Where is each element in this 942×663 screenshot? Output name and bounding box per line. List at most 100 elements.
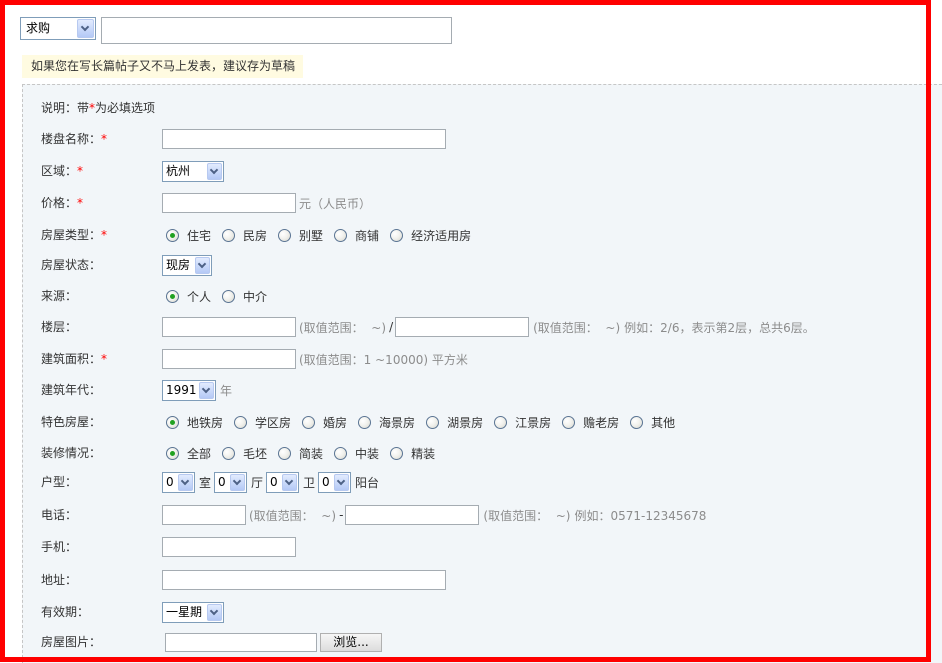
floor-example: 例如：2/6，表示第2层，总共6层。 [624,320,815,335]
chevron-down-icon[interactable] [230,473,246,491]
region-select[interactable]: 杭州 [162,160,224,182]
house-type-option[interactable]: 别墅 [278,227,323,244]
build-year-select[interactable]: 1991 [162,379,216,401]
source-option[interactable]: 个人 [166,288,211,305]
house-type-option[interactable]: 住宅 [166,227,211,244]
estate-name-input[interactable] [162,129,446,149]
radio-button-checked[interactable] [166,289,179,303]
chevron-down-icon[interactable] [77,19,94,38]
field-controls: 1991 年 [162,379,232,401]
price-label: 价格： [41,196,78,210]
radio-button[interactable] [222,289,236,303]
chevron-down-icon[interactable] [334,473,350,491]
feature-option[interactable]: 其他 [630,414,675,431]
radio-button[interactable] [562,415,576,429]
field-label: 楼层： [41,316,77,338]
radio-button-checked[interactable] [166,228,179,242]
mobile-input[interactable] [162,537,296,557]
feature-option[interactable]: 海景房 [358,414,415,431]
feature-label: 特色房屋： [41,415,102,429]
decoration-option-label: 简装 [299,446,324,461]
feature-option[interactable]: 地铁房 [166,414,223,431]
rooms-select[interactable]: 0 [162,471,195,493]
floor-current-range: (取值范围： ~) [299,320,387,335]
radio-button-checked[interactable] [166,415,179,429]
chevron-down-icon[interactable] [207,162,222,180]
feature-option[interactable]: 学区房 [234,414,291,431]
radio-button[interactable] [222,228,236,242]
decoration-option[interactable]: 中装 [334,445,379,462]
decoration-option[interactable]: 全部 [166,445,211,462]
radio-button[interactable] [334,446,348,460]
photo-file-path-input[interactable] [165,632,317,652]
source-radio-group: 个人 中介 [162,285,274,307]
required-note-text: 说明：带 [41,101,90,115]
phone-area-code-input[interactable] [162,505,246,525]
phone-label: 电话： [41,508,78,522]
floor-total-range: (取值范围： ~) [533,320,621,335]
floor-total-input[interactable] [395,317,530,337]
field-controls: 一星期 [162,601,224,623]
house-type-option[interactable]: 经济适用房 [390,227,471,244]
chevron-down-icon[interactable] [195,256,210,274]
house-type-option[interactable]: 商铺 [334,227,379,244]
field-row-source: 来源： 个人 中介 [23,285,941,307]
feature-option[interactable]: 赡老房 [562,414,619,431]
house-type-option-label: 住宅 [187,228,212,243]
decoration-option[interactable]: 精装 [390,445,435,462]
feature-radio-group: 地铁房 学区房 婚房 海景房 湖景房 江景房 赡老房 其他 [162,411,682,433]
baths-select[interactable]: 0 [266,471,300,493]
halls-select[interactable]: 0 [214,471,248,493]
balconies-select[interactable]: 0 [318,471,352,493]
radio-button[interactable] [358,415,372,429]
feature-option-label: 学区房 [255,415,292,430]
feature-option[interactable]: 婚房 [302,414,347,431]
radio-button[interactable] [234,415,248,429]
post-type-select[interactable]: 求购 [20,17,96,40]
source-option[interactable]: 中介 [222,288,267,305]
decoration-option[interactable]: 毛坯 [222,445,267,462]
radio-button-checked[interactable] [166,446,179,460]
feature-option-label: 婚房 [323,415,348,430]
phone-number-input[interactable] [345,505,480,525]
validity-select[interactable]: 一星期 [162,601,224,623]
field-label: 地址： [41,569,77,591]
feature-option[interactable]: 江景房 [494,414,551,431]
status-label: 房屋状态： [41,258,102,272]
chevron-down-icon[interactable] [282,473,298,491]
status-select[interactable]: 现房 [162,254,212,276]
required-note-text: 为必填选项 [95,101,156,115]
required-asterisk: * [101,132,108,146]
radio-button[interactable] [278,446,292,460]
house-type-option-label: 民房 [243,228,268,243]
radio-button[interactable] [278,228,292,242]
layout-label: 户型： [41,475,78,489]
address-input[interactable] [162,570,446,590]
required-asterisk: * [101,352,108,366]
radio-button[interactable] [222,446,236,460]
house-type-option[interactable]: 民房 [222,227,267,244]
area-input[interactable] [162,349,296,369]
field-controls: 现房 [162,254,212,276]
listing-form: 说明：带*为必填选项 楼盘名称：* 区域：* 杭州 价格：* 元（人民币） 房屋… [22,84,942,663]
floor-current-input[interactable] [162,317,296,337]
post-title-input[interactable] [101,17,452,44]
radio-button[interactable] [334,228,348,242]
chevron-down-icon[interactable] [207,603,222,621]
area-hint: (取值范围：1 ~10000) 平方米 [299,352,468,367]
chevron-down-icon[interactable] [178,473,193,491]
radio-button[interactable] [390,228,404,242]
radio-button[interactable] [426,415,440,429]
decoration-option-label: 毛坯 [243,446,268,461]
radio-button[interactable] [390,446,404,460]
validity-select-value: 一星期 [166,604,203,619]
radio-button[interactable] [630,415,644,429]
required-note-row: 说明：带*为必填选项 [23,97,941,119]
browse-button[interactable]: 浏览... [320,632,382,652]
chevron-down-icon[interactable] [199,381,214,399]
decoration-option[interactable]: 简装 [278,445,323,462]
radio-button[interactable] [302,415,316,429]
feature-option[interactable]: 湖景房 [426,414,483,431]
radio-button[interactable] [494,415,508,429]
price-input[interactable] [162,193,296,213]
